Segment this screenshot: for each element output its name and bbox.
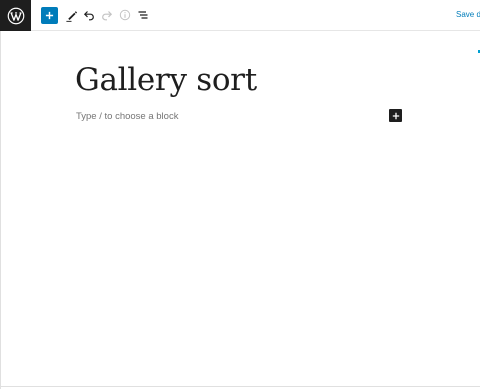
- tools-button[interactable]: [62, 6, 80, 24]
- undo-icon: [83, 11, 94, 21]
- editor-header: Save draft: [0, 0, 480, 31]
- save-draft-button[interactable]: Save draft: [456, 10, 480, 19]
- undo-button[interactable]: [80, 6, 98, 24]
- redo-icon: [102, 11, 113, 21]
- inline-add-block-button[interactable]: [389, 109, 402, 122]
- info-icon: [119, 9, 131, 21]
- plus-icon: [392, 112, 399, 119]
- redo-button[interactable]: [98, 6, 116, 24]
- add-block-button[interactable]: [41, 7, 58, 24]
- plus-icon: [45, 11, 54, 20]
- wordpress-logo-button[interactable]: [0, 0, 31, 31]
- wordpress-logo-icon: [7, 7, 24, 24]
- block-placeholder[interactable]: Type / to choose a block: [76, 111, 178, 122]
- list-view-icon: [138, 11, 148, 19]
- canvas-left-border: [0, 31, 1, 389]
- outline-button[interactable]: [134, 6, 152, 24]
- pencil-icon: [65, 10, 77, 22]
- canvas-bottom-border: [0, 386, 480, 387]
- details-button[interactable]: [116, 6, 134, 24]
- post-title[interactable]: Gallery sort: [75, 62, 257, 98]
